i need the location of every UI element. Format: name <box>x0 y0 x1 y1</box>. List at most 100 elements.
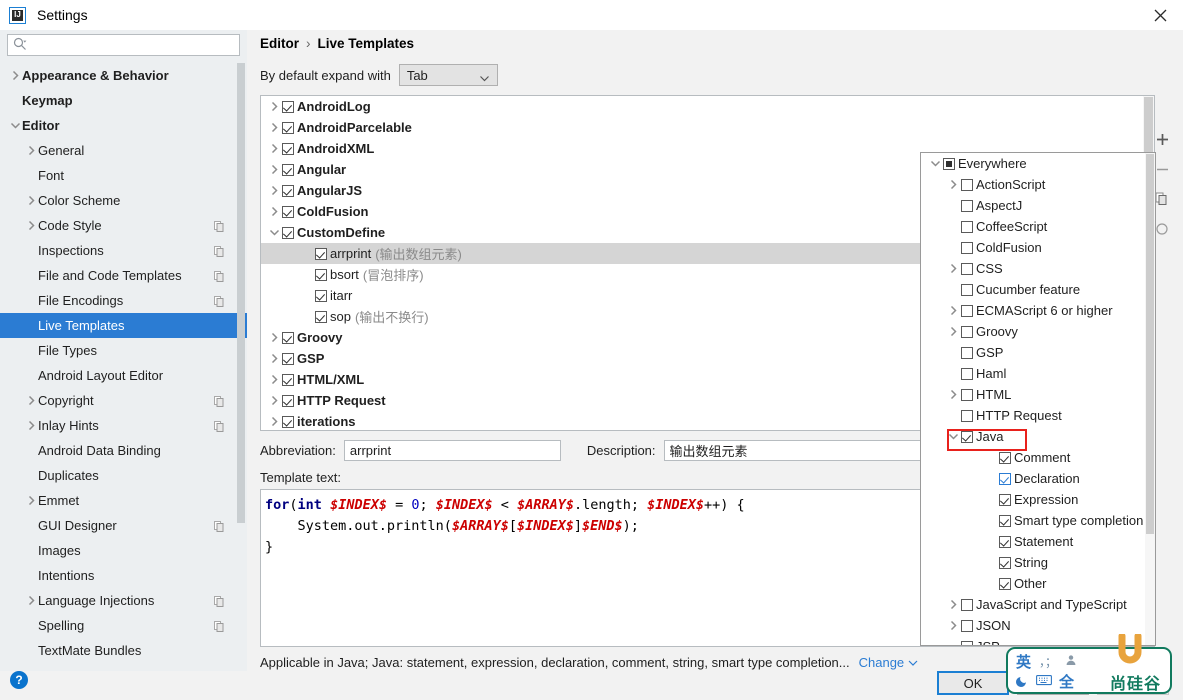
chevron-right-icon[interactable] <box>266 353 282 364</box>
template-checkbox[interactable] <box>315 290 327 302</box>
chevron-right-icon[interactable] <box>945 389 961 400</box>
sidebar-item-textmate-bundles[interactable]: TextMate Bundles <box>0 638 247 663</box>
context-checkbox[interactable] <box>961 347 973 359</box>
sidebar-item-editor[interactable]: Editor <box>0 113 247 138</box>
template-checkbox[interactable] <box>282 206 294 218</box>
sidebar-item-intentions[interactable]: Intentions <box>0 563 247 588</box>
chevron-right-icon[interactable] <box>945 305 961 316</box>
template-group-row[interactable]: AndroidParcelable <box>261 117 1154 138</box>
chevron-right-icon[interactable] <box>24 595 38 606</box>
sidebar-item-copyright[interactable]: Copyright <box>0 388 247 413</box>
chevron-right-icon[interactable] <box>266 395 282 406</box>
chevron-right-icon[interactable] <box>24 395 38 406</box>
context-row[interactable]: String <box>921 552 1155 573</box>
sidebar-item-android-data-binding[interactable]: Android Data Binding <box>0 438 247 463</box>
chevron-right-icon[interactable] <box>24 145 38 156</box>
context-row[interactable]: Other <box>921 573 1155 594</box>
context-checkbox[interactable] <box>961 410 973 422</box>
sidebar-item-color-scheme[interactable]: Color Scheme <box>0 188 247 213</box>
context-checkbox[interactable] <box>961 620 973 632</box>
chevron-right-icon[interactable] <box>266 185 282 196</box>
chevron-right-icon[interactable] <box>24 495 38 506</box>
context-checkbox[interactable] <box>961 599 973 611</box>
chevron-right-icon[interactable] <box>266 206 282 217</box>
sidebar-item-general[interactable]: General <box>0 138 247 163</box>
context-checkbox[interactable] <box>999 473 1011 485</box>
chevron-down-icon[interactable] <box>266 228 282 237</box>
chevron-right-icon[interactable] <box>24 195 38 206</box>
context-row[interactable]: Statement <box>921 531 1155 552</box>
sidebar-item-emmet[interactable]: Emmet <box>0 488 247 513</box>
context-checkbox[interactable] <box>943 158 955 170</box>
template-checkbox[interactable] <box>282 374 294 386</box>
context-row[interactable]: GSP <box>921 342 1155 363</box>
template-group-row[interactable]: AndroidLog <box>261 96 1154 117</box>
chevron-down-icon[interactable] <box>908 655 918 670</box>
context-checkbox[interactable] <box>961 305 973 317</box>
context-checkbox[interactable] <box>961 221 973 233</box>
sidebar-item-spelling[interactable]: Spelling <box>0 613 247 638</box>
context-checkbox[interactable] <box>999 515 1011 527</box>
sidebar-item-images[interactable]: Images <box>0 538 247 563</box>
chevron-right-icon[interactable] <box>945 620 961 631</box>
context-row[interactable]: Everywhere <box>921 153 1155 174</box>
context-row[interactable]: Declaration <box>921 468 1155 489</box>
moon-icon[interactable] <box>1016 674 1029 690</box>
context-checkbox[interactable] <box>999 452 1011 464</box>
template-checkbox[interactable] <box>282 227 294 239</box>
chevron-right-icon[interactable] <box>24 420 38 431</box>
template-checkbox[interactable] <box>282 395 294 407</box>
chevron-right-icon[interactable] <box>945 326 961 337</box>
ime-mode-label[interactable]: 英 <box>1016 651 1031 672</box>
template-checkbox[interactable] <box>315 311 327 323</box>
context-checkbox[interactable] <box>999 494 1011 506</box>
context-checkbox[interactable] <box>961 326 973 338</box>
scrollbar-thumb[interactable] <box>1146 154 1154 534</box>
sidebar-scrollbar[interactable] <box>237 63 245 523</box>
close-icon[interactable] <box>1137 0 1183 30</box>
context-row[interactable]: JavaScript and TypeScript <box>921 594 1155 615</box>
context-checkbox[interactable] <box>961 641 973 647</box>
search-box[interactable] <box>7 34 240 56</box>
context-checkbox[interactable] <box>961 284 973 296</box>
ime-width-mode-label[interactable]: 全 <box>1059 671 1074 692</box>
template-checkbox[interactable] <box>282 416 294 428</box>
ime-punctuation-label[interactable]: ，； <box>1039 653 1057 670</box>
sidebar-item-font[interactable]: Font <box>0 163 247 188</box>
chevron-right-icon[interactable] <box>266 143 282 154</box>
template-checkbox[interactable] <box>282 164 294 176</box>
sidebar-item-language-injections[interactable]: Language Injections <box>0 588 247 613</box>
sidebar-item-appearance-behavior[interactable]: Appearance & Behavior <box>0 63 247 88</box>
context-checkbox[interactable] <box>961 389 973 401</box>
chevron-right-icon[interactable] <box>266 122 282 133</box>
context-row[interactable]: Cucumber feature <box>921 279 1155 300</box>
template-checkbox[interactable] <box>282 101 294 113</box>
template-checkbox[interactable] <box>282 332 294 344</box>
user-icon[interactable] <box>1065 654 1077 669</box>
change-context-link[interactable]: Change <box>859 655 905 670</box>
context-row[interactable]: CSS <box>921 258 1155 279</box>
sogou-ime-widget[interactable]: 英 ，； 全 尚硅谷 <box>1006 647 1172 694</box>
context-row[interactable]: ECMAScript 6 or higher <box>921 300 1155 321</box>
chevron-right-icon[interactable] <box>945 599 961 610</box>
sidebar-item-file-and-code-templates[interactable]: File and Code Templates <box>0 263 247 288</box>
sidebar-item-file-types[interactable]: File Types <box>0 338 247 363</box>
context-row[interactable]: CoffeeScript <box>921 216 1155 237</box>
context-checkbox[interactable] <box>961 368 973 380</box>
chevron-right-icon[interactable] <box>8 70 22 81</box>
chevron-right-icon[interactable] <box>266 164 282 175</box>
context-row[interactable]: JSON <box>921 615 1155 636</box>
expand-with-select[interactable]: Tab <box>399 64 498 86</box>
template-checkbox[interactable] <box>282 353 294 365</box>
context-checkbox[interactable] <box>999 536 1011 548</box>
search-input[interactable] <box>29 37 219 54</box>
chevron-down-icon[interactable] <box>945 432 961 441</box>
context-checkbox[interactable] <box>999 578 1011 590</box>
chevron-down-icon[interactable] <box>8 121 22 130</box>
context-row[interactable]: Smart type completion <box>921 510 1155 531</box>
context-row[interactable]: Expression <box>921 489 1155 510</box>
context-selection-popup[interactable]: EverywhereActionScriptAspectJCoffeeScrip… <box>920 152 1156 646</box>
context-checkbox[interactable] <box>961 242 973 254</box>
context-checkbox[interactable] <box>961 200 973 212</box>
sidebar-item-code-style[interactable]: Code Style <box>0 213 247 238</box>
